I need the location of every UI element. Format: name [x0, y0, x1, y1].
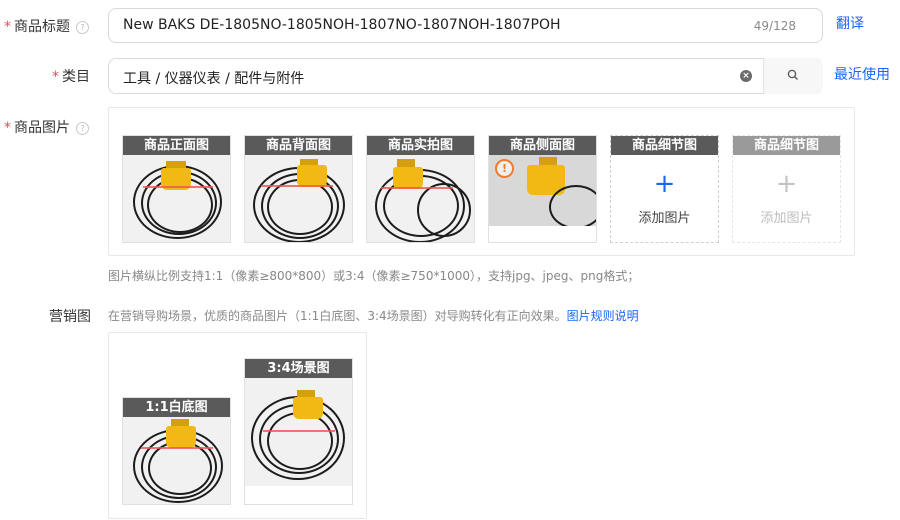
help-icon[interactable]: ? — [76, 20, 89, 34]
help-icon[interactable]: ? — [76, 121, 89, 135]
title-input[interactable]: New BAKS DE-1805NO-1805NOH-1807NO-1807NO… — [108, 8, 823, 43]
slot-title: 商品背面图 — [245, 136, 352, 155]
add-image-label: 添加图片 — [638, 211, 691, 226]
image-format-hint: 图片横纵比例支持1:1（像素≥800*800）或3:4（像素≥750*1000）… — [108, 269, 640, 283]
warning-icon[interactable]: ! — [495, 159, 514, 178]
image-slot-real[interactable]: 商品实拍图 — [366, 135, 475, 243]
slot-title: 商品细节图 — [611, 136, 718, 155]
product-photo — [123, 417, 230, 504]
image-slot-front[interactable]: 商品正面图 — [122, 135, 231, 243]
product-photo — [367, 155, 474, 242]
image-slot-side[interactable]: 商品侧面图 ! — [488, 135, 597, 243]
translate-link[interactable]: 翻译 — [836, 13, 864, 33]
image-slot-detail-disabled: 商品细节图 + 添加图片 — [732, 135, 841, 243]
category-search-button[interactable] — [763, 58, 823, 94]
slot-title: 商品实拍图 — [367, 136, 474, 155]
marketing-desc: 在营销导购场景，优质的商品图片（1:1白底图、3:4场景图）对导购转化有正向效果… — [108, 309, 639, 323]
plus-icon: + — [775, 169, 798, 199]
plus-icon: + — [653, 169, 676, 199]
search-icon — [787, 69, 798, 80]
slot-title: 1:1白底图 — [123, 398, 230, 417]
slot-title: 商品侧面图 — [489, 136, 596, 155]
product-photo — [245, 155, 352, 242]
category-field-label: * 类目 — [52, 69, 90, 85]
images-field-label: * 商品图片? — [4, 117, 89, 137]
title-char-counter: 49/128 — [753, 19, 796, 33]
required-asterisk: * — [52, 69, 59, 85]
product-photo — [123, 155, 230, 242]
image-slot-detail-add[interactable]: 商品细节图 + 添加图片 — [610, 135, 719, 243]
title-input-value: New BAKS DE-1805NO-1805NOH-1807NO-1807NO… — [123, 17, 561, 33]
add-image-label: 添加图片 — [760, 211, 813, 226]
required-asterisk: * — [4, 120, 11, 136]
category-value: 工具 / 仪器仪表 / 配件与附件 — [123, 71, 305, 87]
product-photo — [245, 378, 352, 486]
required-asterisk: * — [4, 19, 11, 35]
marketing-white-bg-image[interactable]: 1:1白底图 — [122, 397, 231, 505]
title-field-label: * 商品标题? — [4, 16, 89, 36]
category-select[interactable]: 工具 / 仪器仪表 / 配件与附件 × — [108, 58, 823, 94]
image-rules-link[interactable]: 图片规则说明 — [567, 309, 639, 323]
marketing-field-label: 营销图 — [49, 309, 91, 325]
image-slot-back[interactable]: 商品背面图 — [244, 135, 353, 243]
slot-title: 3:4场景图 — [245, 359, 352, 378]
slot-title: 商品细节图 — [733, 136, 840, 155]
recent-used-link[interactable]: 最近使用 — [834, 64, 890, 84]
slot-title: 商品正面图 — [123, 136, 230, 155]
clear-icon[interactable]: × — [740, 70, 752, 82]
marketing-scene-image[interactable]: 3:4场景图 — [244, 358, 353, 505]
